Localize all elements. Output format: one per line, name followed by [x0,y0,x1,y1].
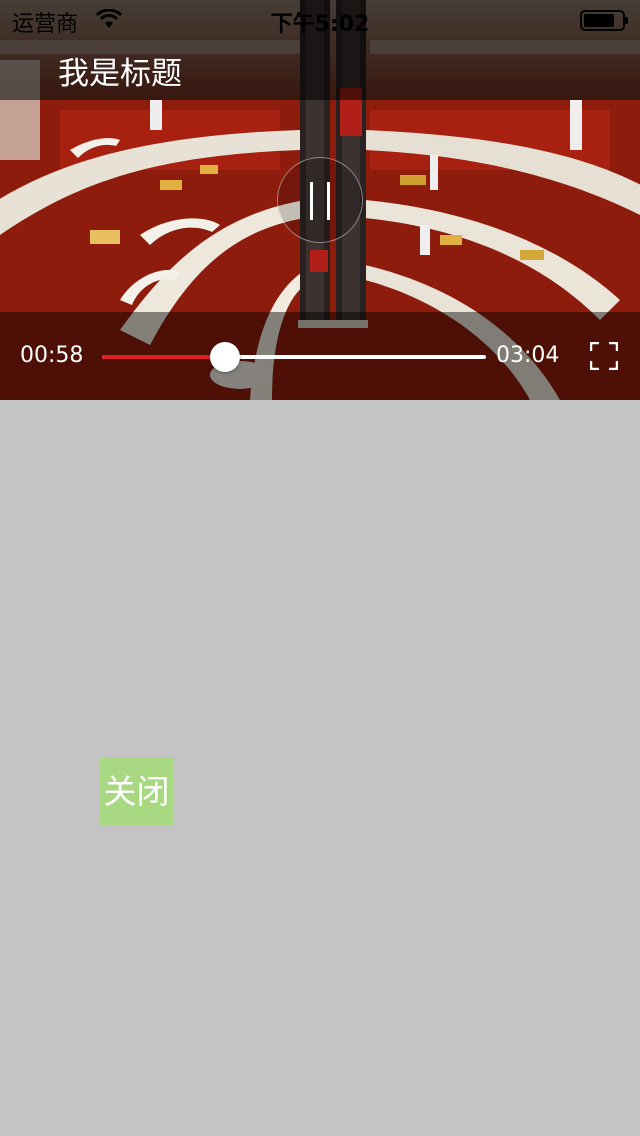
pause-button[interactable] [277,157,363,243]
progress-fill [102,355,225,359]
status-time: 下午5:02 [270,12,370,37]
fullscreen-icon[interactable] [590,342,618,370]
total-time: 03:04 [496,343,560,368]
progress-slider[interactable] [102,342,486,372]
video-title: 我是标题 [58,56,182,92]
control-bar: 00:58 03:04 [0,312,640,400]
status-bar: 运营商 下午5:02 [0,0,640,40]
current-time: 00:58 [20,343,84,368]
video-player[interactable]: 运营商 下午5:02 我是标题 00:58 03:04 [0,0,640,400]
battery-icon [580,10,628,31]
progress-thumb[interactable] [209,342,240,372]
pause-icon [310,182,330,220]
close-button[interactable]: 关闭 [100,758,173,825]
